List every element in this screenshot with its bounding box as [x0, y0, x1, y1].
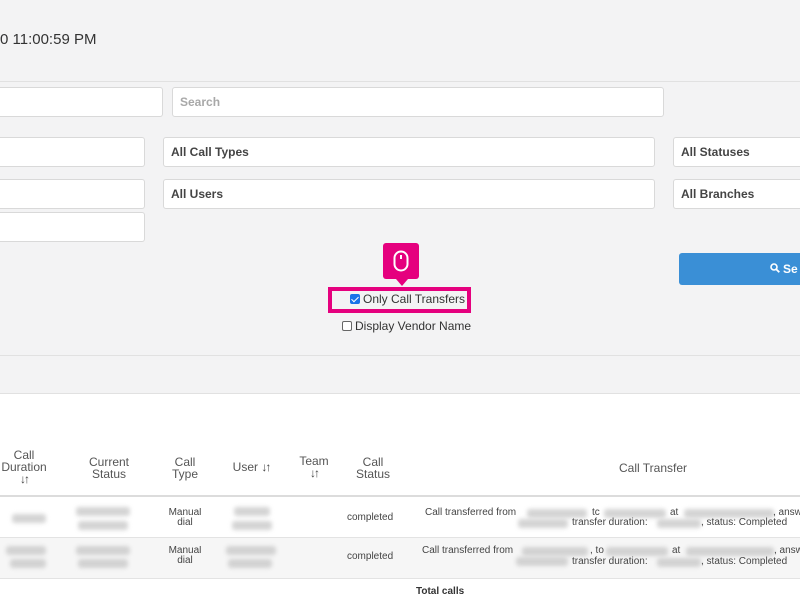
sort-icon[interactable]: ↓↑	[261, 460, 271, 474]
display-vendor-name-option[interactable]: Display Vendor Name	[342, 319, 471, 333]
display-vendor-name-checkbox[interactable]	[342, 321, 352, 331]
cursor-indicator	[383, 243, 419, 286]
only-call-transfers-label: Only Call Transfers	[363, 292, 466, 306]
total-calls-label: Total calls	[416, 586, 465, 597]
mouse-icon	[393, 250, 409, 272]
date-to-input[interactable]	[0, 179, 145, 209]
col-call-transfer: Call Transfer	[618, 461, 688, 475]
date-from-input[interactable]	[0, 137, 145, 167]
col-current-status: Current Status	[88, 455, 129, 481]
search-button[interactable]: Se	[679, 253, 800, 285]
transfer-text: transfer duration:	[572, 556, 648, 567]
call-type-cell: Manual dial	[168, 508, 202, 528]
row-divider	[0, 578, 800, 579]
col-team[interactable]: Team ↓↑	[296, 455, 332, 479]
transfer-text: at	[672, 545, 681, 556]
filter-input-left[interactable]	[0, 87, 163, 117]
only-call-transfers-checkbox[interactable]	[350, 294, 360, 304]
col-call-type: Call Type	[171, 455, 198, 481]
col-call-status: Call Status	[355, 455, 391, 481]
search-input[interactable]: Search	[172, 87, 664, 117]
statuses-select[interactable]: All Statuses	[673, 137, 800, 167]
branches-select[interactable]: All Branches	[673, 179, 800, 209]
transfer-text: , status: Completed	[701, 517, 788, 528]
search-button-label: Se	[783, 262, 798, 276]
display-vendor-name-label: Display Vendor Name	[355, 319, 472, 333]
table-header-divider	[0, 495, 800, 497]
sort-icon[interactable]: ↓↑	[296, 467, 332, 479]
transfer-text: transfer duration:	[572, 517, 648, 528]
call-types-select[interactable]: All Call Types	[163, 137, 655, 167]
extra-filter-input[interactable]	[0, 212, 145, 242]
search-icon	[770, 253, 780, 285]
call-status-cell: completed	[347, 512, 394, 523]
transfer-text: , to	[590, 545, 604, 556]
transfer-text: , status: Completed	[701, 556, 788, 567]
divider	[0, 81, 800, 82]
users-select[interactable]: All Users	[163, 179, 655, 209]
call-type-cell: Manual dial	[168, 546, 202, 566]
transfer-text: Call transferred from	[425, 507, 517, 518]
sort-icon[interactable]: ↓↑	[0, 473, 48, 485]
divider	[0, 355, 800, 356]
header-timestamp: 0 11:00:59 PM	[0, 31, 97, 48]
transfer-text: Call transferred from	[422, 545, 514, 556]
transfer-text: , answ	[774, 545, 800, 556]
col-call-duration[interactable]: Call Duration ↓↑	[0, 449, 48, 485]
transfer-text: at	[670, 507, 679, 518]
col-user[interactable]: User ↓↑	[227, 461, 275, 473]
call-status-cell: completed	[347, 551, 394, 562]
only-call-transfers-option[interactable]: Only Call Transfers	[350, 292, 465, 306]
